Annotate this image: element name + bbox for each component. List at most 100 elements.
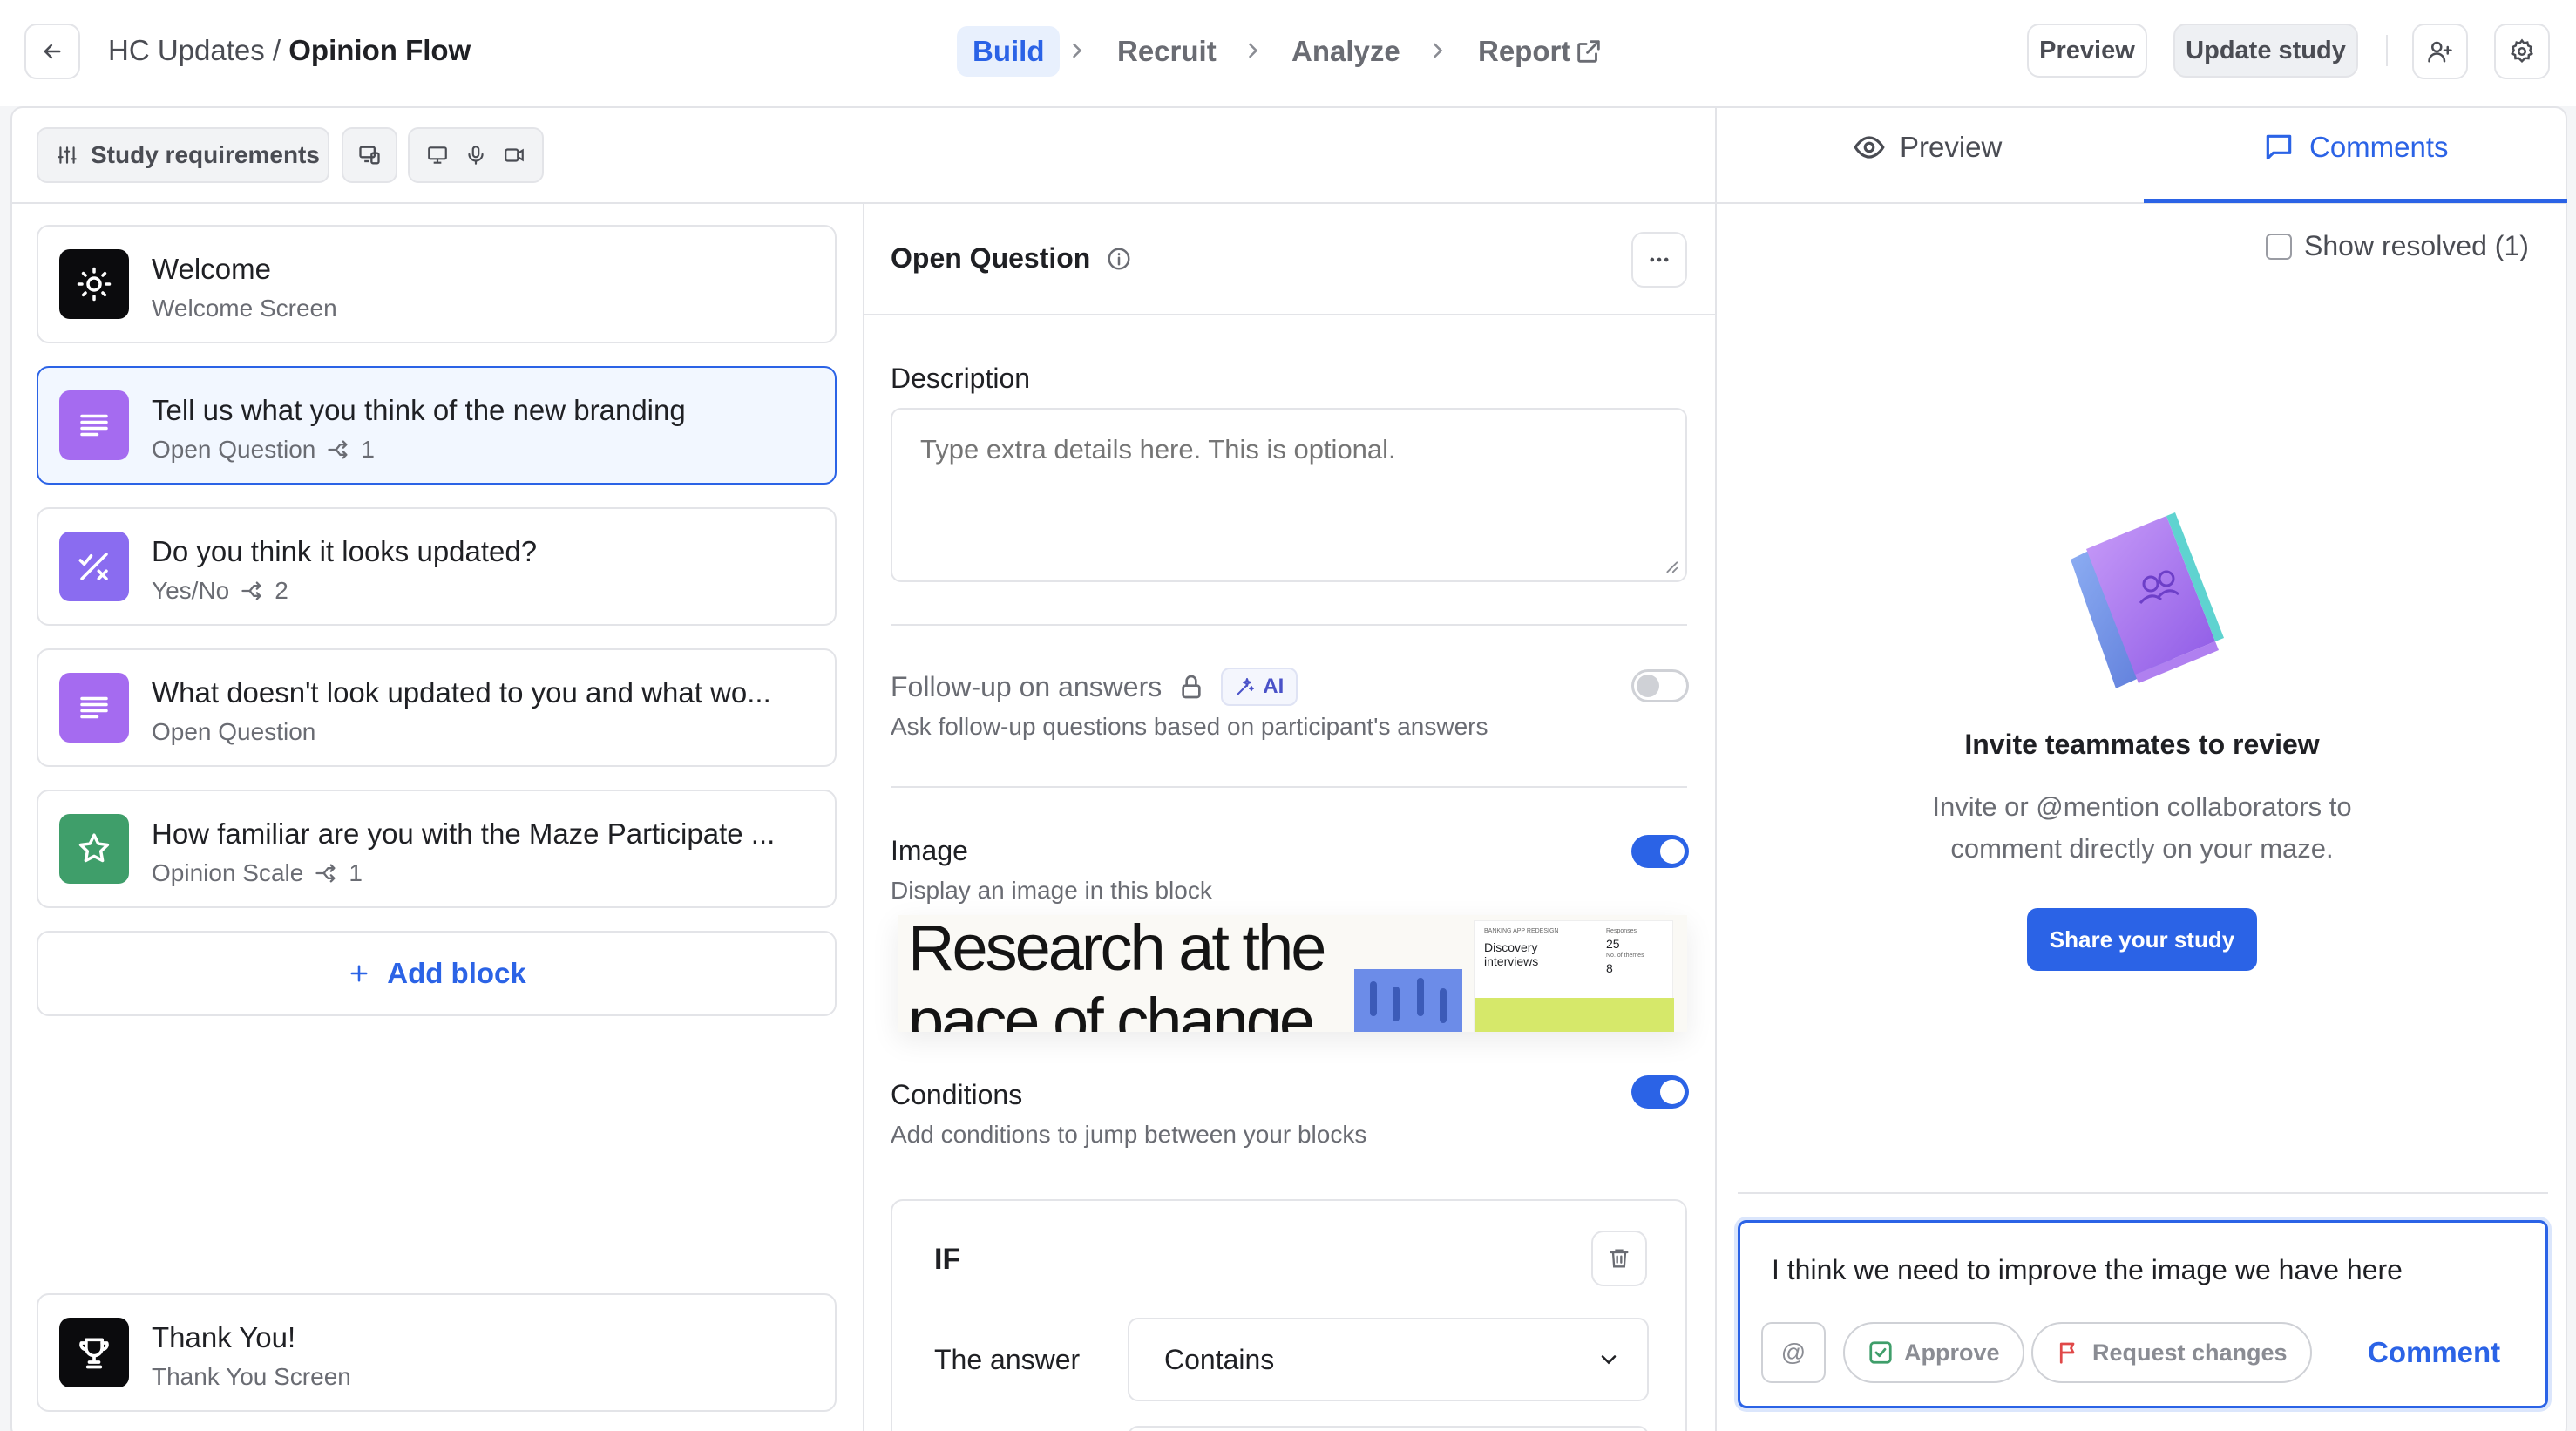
- divider-left: [863, 202, 864, 1431]
- operator-value: Contains: [1164, 1343, 1275, 1375]
- step-report-label: Report: [1478, 35, 1571, 67]
- block-subtitle: Yes/No 2: [152, 577, 288, 604]
- request-changes-label: Request changes: [2092, 1339, 2288, 1366]
- followup-toggle[interactable]: [1631, 669, 1689, 702]
- block-icon-open-question: [59, 673, 129, 743]
- followup-subtitle: Ask follow-up questions based on partici…: [891, 713, 1488, 740]
- comment-submit-button[interactable]: Comment: [2368, 1336, 2500, 1369]
- show-resolved-control[interactable]: Show resolved (1): [2266, 230, 2529, 262]
- logic-count: 1: [349, 859, 363, 886]
- block-thank-you[interactable]: Thank You! Thank You Screen: [37, 1293, 837, 1412]
- block-title: How familiar are you with the Maze Parti…: [152, 817, 776, 850]
- block-title: Thank You!: [152, 1321, 296, 1353]
- flag-icon: [2059, 1342, 2075, 1364]
- device-requirement-button[interactable]: [342, 127, 397, 183]
- image-photo-tile: [1354, 969, 1462, 1032]
- request-changes-button[interactable]: Request changes: [2031, 1322, 2312, 1383]
- empty-state-title: Invite teammates to review: [1964, 729, 2320, 760]
- recording-requirements-button[interactable]: [408, 127, 544, 183]
- block-opinion-scale[interactable]: How familiar are you with the Maze Parti…: [37, 790, 837, 908]
- answer-label: The answer: [934, 1344, 1081, 1375]
- image-preview[interactable]: Research at the pace of change BANKING A…: [898, 915, 1687, 1032]
- info-icon[interactable]: [1106, 246, 1132, 272]
- block-subtitle: Opinion Scale 1: [152, 859, 363, 886]
- step-build[interactable]: Build: [957, 26, 1061, 77]
- block-welcome[interactable]: Welcome Welcome Screen: [37, 225, 837, 343]
- show-resolved-checkbox[interactable]: [2266, 233, 2292, 260]
- mention-button[interactable]: @: [1761, 1322, 1826, 1383]
- description-textarea[interactable]: [891, 408, 1687, 582]
- back-button[interactable]: [24, 24, 80, 79]
- divider-right: [1715, 108, 1717, 1431]
- divider-toolbar: [12, 202, 1715, 204]
- block-more-button[interactable]: [1631, 232, 1687, 288]
- tab-active-indicator: [2144, 199, 2567, 203]
- block-subtitle: Open Question: [152, 718, 316, 745]
- trash-icon: [1610, 1249, 1629, 1268]
- image-card-chart: [1475, 998, 1674, 1032]
- video-camera-icon: [505, 148, 524, 162]
- block-title: Tell us what you think of the new brandi…: [152, 394, 686, 426]
- block-icon-open-question: [59, 390, 129, 460]
- branch-logic-icon: [241, 581, 261, 600]
- image-card-kicker: BANKING APP REDESIGN: [1484, 928, 1559, 934]
- comment-icon: [2266, 134, 2292, 160]
- screen-share-icon: [428, 146, 447, 164]
- chevron-right-icon: [1073, 43, 1082, 58]
- breadcrumb-separator: /: [272, 34, 281, 66]
- external-link-icon: [1577, 40, 1600, 63]
- image-card-stat1-value: 25: [1606, 937, 1620, 951]
- block-title: What doesn't look updated to you and wha…: [152, 676, 771, 709]
- divider-followup: [891, 624, 1687, 626]
- step-recruit[interactable]: Recruit: [1117, 26, 1217, 77]
- user-plus-icon: [2428, 41, 2452, 63]
- image-report-card: BANKING APP REDESIGN Discovery interview…: [1474, 920, 1674, 1032]
- operator-select[interactable]: Contains: [1128, 1318, 1649, 1401]
- condition-value-input[interactable]: [1128, 1426, 1649, 1431]
- preview-button[interactable]: Preview: [2027, 24, 2147, 78]
- text-lines-icon: [80, 414, 108, 437]
- settings-button[interactable]: [2494, 24, 2550, 79]
- conditions-subtitle: Add conditions to jump between your bloc…: [891, 1121, 1367, 1148]
- block-yes-no[interactable]: Do you think it looks updated? Yes/No 2: [37, 507, 837, 626]
- share-study-button[interactable]: Share your study: [2027, 908, 2257, 971]
- block-subtitle: Thank You Screen: [152, 1363, 351, 1390]
- toggle-knob: [1660, 839, 1685, 864]
- comment-composer[interactable]: I think we need to improve the image we …: [1738, 1220, 2548, 1408]
- step-report[interactable]: Report: [1478, 26, 1570, 77]
- update-study-button[interactable]: Update study: [2173, 24, 2358, 78]
- breadcrumb-workspace[interactable]: HC Updates: [108, 34, 265, 66]
- comment-input[interactable]: I think we need to improve the image we …: [1772, 1254, 2403, 1286]
- add-block-label: Add block: [387, 957, 526, 989]
- tab-comments[interactable]: Comments: [2262, 131, 2449, 164]
- add-block-button[interactable]: Add block: [37, 931, 837, 1016]
- block-subtitle: Welcome Screen: [152, 295, 337, 322]
- star-icon: [78, 833, 110, 863]
- image-toggle[interactable]: [1631, 835, 1689, 868]
- divider-block-header: [864, 314, 1715, 315]
- conditions-toggle[interactable]: [1631, 1075, 1689, 1109]
- top-bar: HC Updates / Opinion Flow Build Recruit …: [0, 0, 2576, 106]
- study-requirements-button[interactable]: Study requirements: [37, 127, 329, 183]
- tab-preview[interactable]: Preview: [1853, 131, 2002, 164]
- block-open-question-updated[interactable]: What doesn't look updated to you and wha…: [37, 648, 837, 767]
- check-square-icon: [1869, 1341, 1892, 1364]
- block-open-question-branding[interactable]: Tell us what you think of the new brandi…: [37, 366, 837, 485]
- step-analyze[interactable]: Analyze: [1291, 26, 1400, 77]
- microphone-icon: [468, 146, 484, 165]
- devices-icon: [359, 146, 380, 165]
- sliders-icon: [58, 146, 77, 164]
- invite-user-button[interactable]: [2412, 24, 2468, 79]
- yes-no-icon: [78, 553, 108, 580]
- divider-composer: [1738, 1192, 2548, 1194]
- empty-state-body: Invite or @mention collaborators to comm…: [1932, 791, 2352, 864]
- approve-button[interactable]: Approve: [1843, 1322, 2024, 1383]
- branch-logic-icon: [328, 440, 348, 459]
- eye-icon: [1854, 136, 1885, 159]
- delete-condition-button[interactable]: [1591, 1231, 1647, 1286]
- resize-handle-icon[interactable]: [1661, 556, 1680, 575]
- ai-badge-label: AI: [1263, 675, 1285, 698]
- tab-comments-label: Comments: [2309, 131, 2449, 163]
- followup-header: Follow-up on answers AI: [891, 668, 1298, 706]
- condition-card: IF The answer Contains: [891, 1199, 1687, 1431]
